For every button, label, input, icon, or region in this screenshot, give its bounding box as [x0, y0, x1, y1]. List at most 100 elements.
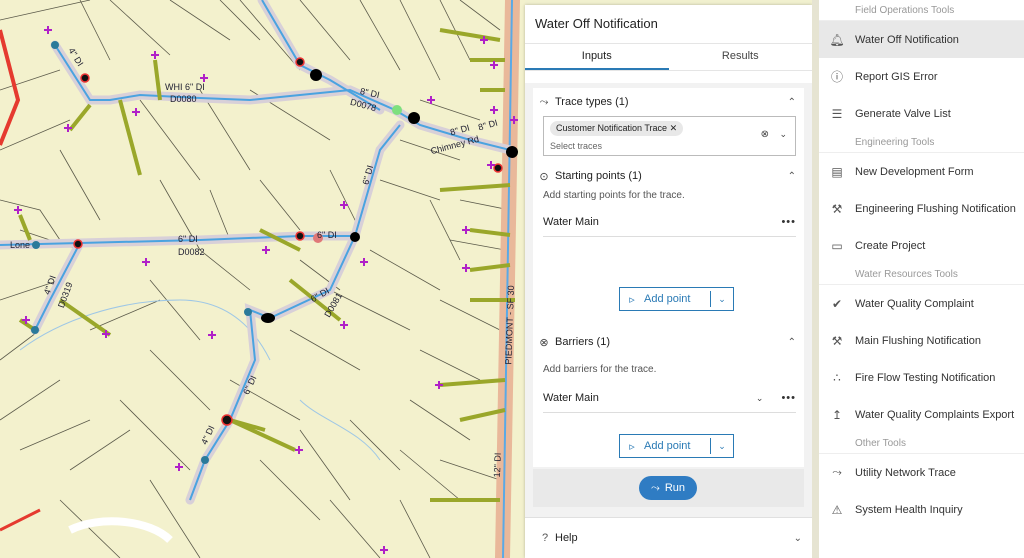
cursor-icon: ▹ [629, 293, 635, 306]
starting-points-hint: Add starting points for the trace. [543, 190, 685, 201]
tool-fire-flow[interactable]: ∴ Fire Flow Testing Notification [819, 359, 1024, 396]
pin-icon: ⊙ [539, 170, 549, 183]
tool-un-trace[interactable]: ⤳ Utility Network Trace [819, 454, 1024, 491]
tool-report-gis[interactable]: ⓘ Report GIS Error [819, 58, 1024, 95]
group-other: Other Tools [819, 433, 1024, 454]
add-point-label: Add point [644, 440, 691, 452]
run-button[interactable]: ⤳ Run [639, 476, 697, 500]
tool-wq-complaint[interactable]: ✔ Water Quality Complaint [819, 285, 1024, 322]
add-point-label: Add point [644, 293, 691, 305]
chevron-down-icon[interactable]: ⌄ [711, 441, 733, 452]
tool-label: Create Project [855, 239, 926, 252]
trace-types-placeholder: Select traces [550, 141, 603, 151]
tool-valve-list[interactable]: ☰ Generate Valve List [819, 95, 1024, 132]
chevron-up-icon[interactable]: ⌃ [788, 171, 796, 182]
chevron-down-icon[interactable]: ⌄ [779, 129, 787, 140]
tab-results[interactable]: Results [669, 44, 813, 70]
help-label: Help [555, 532, 578, 544]
map-view[interactable]: 4" DI WHI 6" DI D0080 8" DI D0078 8" DI … [0, 0, 525, 558]
list-icon: ☰ [831, 106, 843, 121]
chevron-up-icon[interactable]: ⌃ [788, 97, 796, 108]
chip-close-icon[interactable]: ✕ [670, 123, 678, 133]
map-label: Lone [10, 240, 31, 250]
boundary-line-lower [0, 508, 41, 532]
boundary-line [0, 29, 21, 146]
tool-label: Generate Valve List [855, 107, 951, 120]
tool-new-dev[interactable]: ▤ New Development Form [819, 153, 1024, 190]
hydrant-icon: ∴ [833, 370, 841, 385]
trace-icon: ⤳ [539, 95, 549, 108]
help-section[interactable]: ? Help ⌄ [525, 517, 812, 558]
form-icon: ▤ [831, 164, 843, 179]
map-label: D0080 [170, 94, 197, 104]
tool-label: Utility Network Trace [855, 466, 956, 479]
tool-label: Water Quality Complaint [855, 297, 974, 310]
barrier-item[interactable]: Water Main ⌄ ••• [543, 384, 796, 413]
more-icon[interactable]: ••• [781, 216, 796, 228]
stream-2 [299, 399, 381, 461]
bell-icon: 🔔︎ [829, 32, 845, 47]
map-gutter [812, 0, 819, 558]
tool-health[interactable]: ⚠ System Health Inquiry [819, 491, 1024, 528]
clear-icon[interactable]: ⊗ [761, 129, 769, 140]
barriers-hint: Add barriers for the trace. [543, 364, 657, 375]
chevron-down-icon[interactable]: ⌄ [756, 393, 764, 404]
barrier-icon: ⊗ [539, 336, 549, 349]
map-label: WHI 6" DI [165, 82, 205, 92]
group-water-resources: Water Resources Tools [819, 264, 1024, 285]
more-icon[interactable]: ••• [781, 392, 796, 404]
trace-types-title: Trace types (1) [555, 96, 629, 108]
group-field-operations: Field Operations Tools [819, 0, 1024, 21]
tool-label: Fire Flow Testing Notification [855, 371, 996, 384]
trace-types-select[interactable]: Customer Notification Trace ✕ Select tra… [543, 116, 796, 156]
trace-icon: ⤳ [832, 465, 842, 479]
briefcase-icon: ▭ [831, 238, 843, 253]
barriers-title: Barriers (1) [555, 336, 611, 348]
panel-body: ⤳ Trace types (1) ⌃ Customer Notificatio… [525, 83, 812, 558]
tool-eng-flush[interactable]: ⚒ Engineering Flushing Notification [819, 190, 1024, 227]
barrier-label: Water Main [543, 392, 599, 404]
help-icon: ? [541, 532, 549, 544]
starting-point-label: Water Main [543, 216, 599, 228]
run-bar: ⤳ Run [533, 469, 804, 507]
tool-label: New Development Form [855, 165, 974, 178]
tools-list: Field Operations Tools 🔔︎ Water Off Notif… [819, 0, 1024, 558]
driveway [68, 517, 173, 544]
tab-inputs[interactable]: Inputs [525, 44, 669, 70]
trace-chip: Customer Notification Trace ✕ [550, 121, 684, 136]
tool-water-off[interactable]: 🔔︎ Water Off Notification [819, 21, 1024, 58]
panel-tabs: Inputs Results [525, 44, 812, 71]
inputs-card: ⤳ Trace types (1) ⌃ Customer Notificatio… [533, 88, 804, 467]
starting-points-title: Starting points (1) [555, 170, 642, 182]
run-label: Run [664, 482, 685, 494]
starting-point-item[interactable]: Water Main ••• [543, 208, 796, 237]
trace-chip-label: Customer Notification Trace [556, 123, 668, 133]
chevron-down-icon[interactable]: ⌄ [794, 533, 802, 544]
tool-main-flush[interactable]: ⚒ Main Flushing Notification [819, 322, 1024, 359]
tool-label: Water Quality Complaints Export [855, 408, 1015, 421]
warning-icon: ⚠ [831, 502, 843, 517]
export-icon: ↥ [831, 407, 843, 422]
water-off-panel: Water Off Notification Inputs Results ⤳ … [525, 5, 812, 558]
chevron-down-icon[interactable]: ⌄ [711, 294, 733, 305]
starting-points-header[interactable]: ⊙ Starting points (1) ⌃ [533, 162, 804, 190]
tool-wq-export[interactable]: ↥ Water Quality Complaints Export [819, 396, 1024, 433]
map-label: D0082 [178, 247, 205, 257]
tool-label: Main Flushing Notification [855, 334, 981, 347]
group-engineering: Engineering Tools [819, 132, 1024, 153]
map-label: 6" DI [178, 234, 198, 244]
tool-label: Report GIS Error [855, 70, 938, 83]
barriers-header[interactable]: ⊗ Barriers (1) ⌃ [533, 328, 804, 356]
tool-create-project[interactable]: ▭ Create Project [819, 227, 1024, 264]
alert-circle-icon: ⓘ [830, 70, 843, 84]
chevron-up-icon[interactable]: ⌃ [788, 337, 796, 348]
map-label: 6" DI [317, 230, 337, 240]
trace-types-header[interactable]: ⤳ Trace types (1) ⌃ [533, 88, 804, 116]
map-canvas[interactable] [0, 0, 525, 558]
check-circle-icon: ✔ [831, 296, 843, 311]
hammer-icon: ⚒ [831, 201, 843, 216]
tool-label: Engineering Flushing Notification [855, 202, 1016, 215]
add-starting-point-button[interactable]: ▹ Add point ⌄ [619, 287, 734, 311]
add-barrier-button[interactable]: ▹ Add point ⌄ [619, 434, 734, 458]
tool-label: System Health Inquiry [855, 503, 963, 516]
